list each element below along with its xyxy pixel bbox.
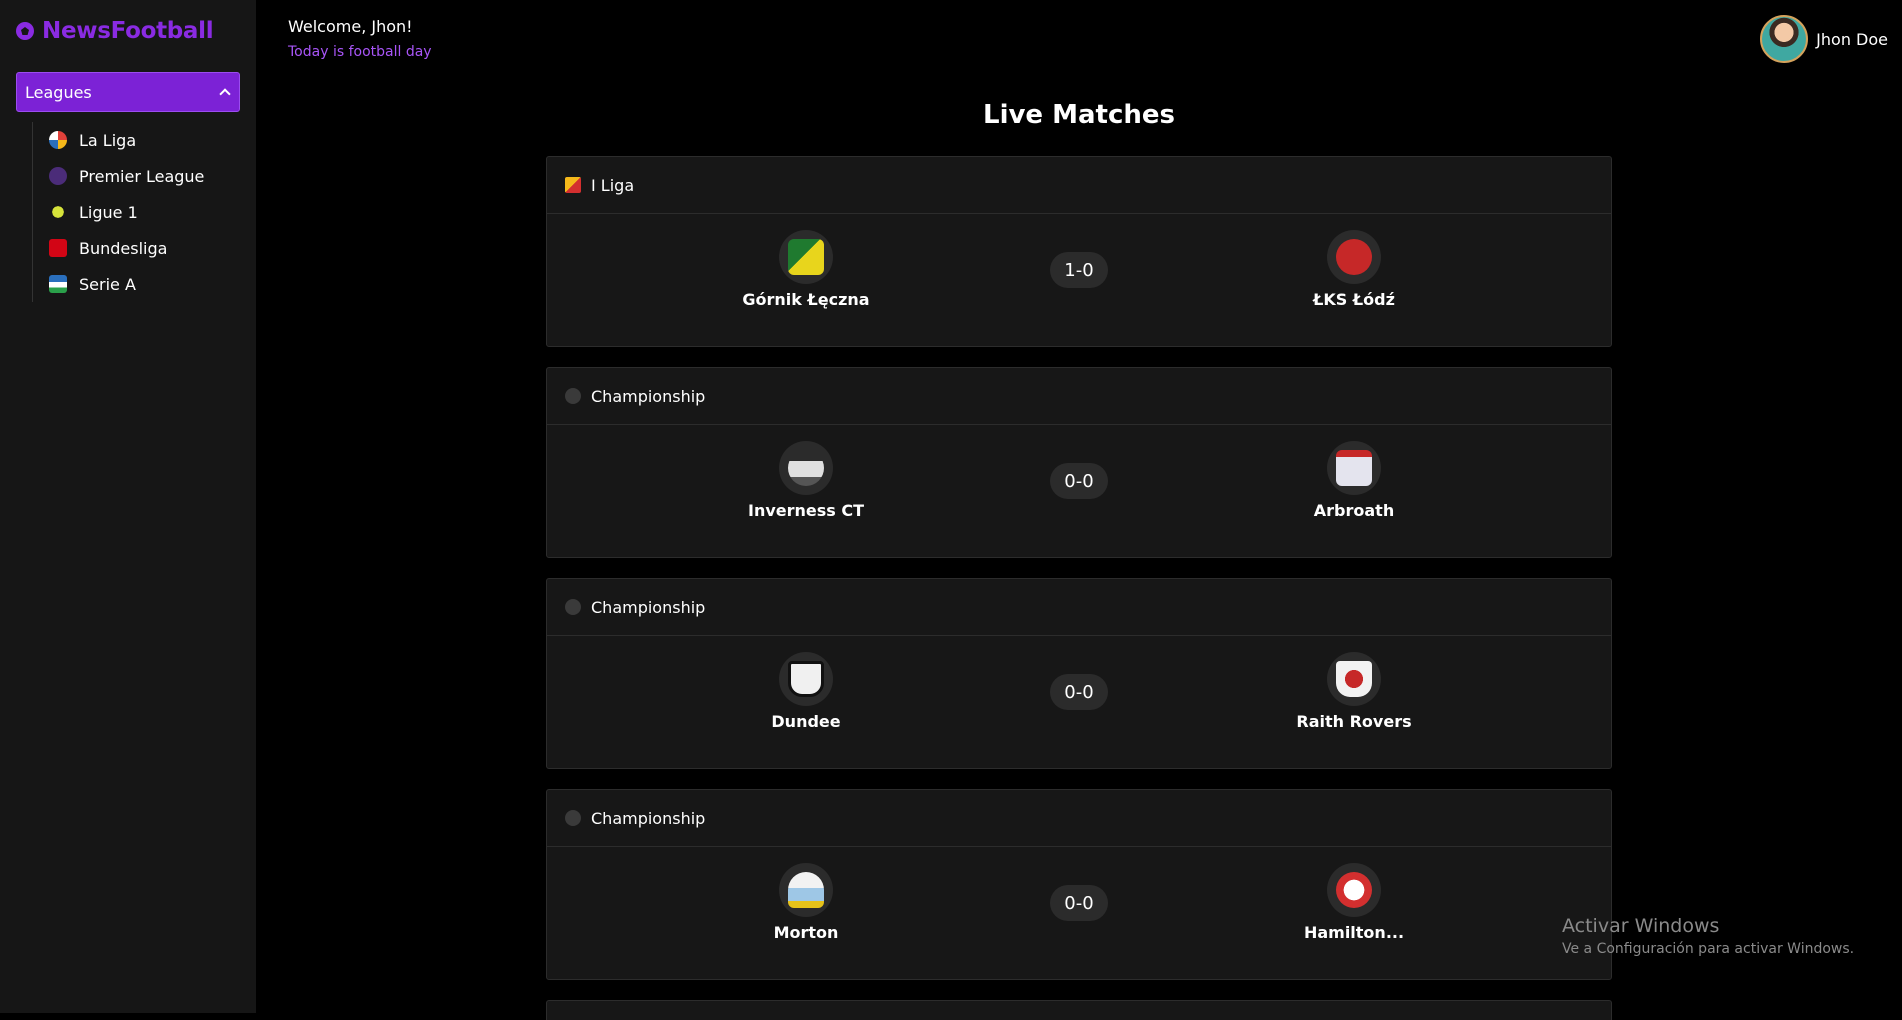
home-team[interactable]: Inverness CT — [706, 441, 906, 520]
sidebar-item-label: Ligue 1 — [79, 202, 138, 222]
match-score: 0-0 — [1050, 463, 1108, 499]
competition-name: Championship — [591, 386, 706, 406]
away-team-crest — [1327, 863, 1381, 917]
home-team-crest — [779, 230, 833, 284]
serie-a-logo-icon — [49, 275, 67, 293]
chevron-up-icon — [219, 88, 231, 100]
match-header: I Liga — [547, 157, 1611, 214]
away-team-crest — [1327, 230, 1381, 284]
sidebar: NewsFootball Leagues La Liga Premier Lea… — [0, 0, 256, 1013]
match-body: Morton 0-0 Hamilton... — [547, 847, 1611, 980]
home-team-crest — [779, 863, 833, 917]
team-crest-icon — [788, 239, 824, 275]
sidebar-item-label: La Liga — [79, 130, 137, 150]
team-crest-icon — [1336, 872, 1372, 908]
sidebar-item-ligue-1[interactable]: Ligue 1 — [33, 194, 240, 230]
away-team-crest — [1327, 441, 1381, 495]
match-score: 1-0 — [1050, 252, 1108, 288]
home-team[interactable]: Morton — [706, 863, 906, 942]
leagues-dropdown-label: Leagues — [25, 82, 92, 102]
bundesliga-logo-icon — [49, 239, 67, 257]
match-score: 0-0 — [1050, 674, 1108, 710]
home-team-name: Górnik Łęczna — [742, 290, 870, 309]
away-team-crest — [1327, 652, 1381, 706]
welcome-subtitle: Today is football day — [288, 44, 432, 60]
match-header: Championship — [547, 790, 1611, 847]
competition-logo-icon — [565, 810, 581, 826]
home-team-crest — [779, 441, 833, 495]
match-card[interactable] — [546, 1000, 1612, 1020]
away-team-name: Raith Rovers — [1296, 712, 1412, 731]
avatar[interactable] — [1760, 15, 1809, 63]
sidebar-item-label: Premier League — [79, 166, 205, 186]
la-liga-logo-icon — [49, 131, 67, 149]
competition-logo-icon — [565, 177, 581, 193]
team-crest-icon — [788, 450, 824, 486]
match-card[interactable]: Championship Dundee 0-0 Raith Rovers — [546, 578, 1612, 769]
match-header: Championship — [547, 368, 1611, 425]
team-crest-icon — [1336, 450, 1372, 486]
away-team-name: Hamilton... — [1303, 923, 1405, 942]
home-team[interactable]: Dundee — [706, 652, 906, 731]
watermark-subtitle: Ve a Configuración para activar Windows. — [1562, 941, 1855, 957]
home-team[interactable]: Górnik Łęczna — [706, 230, 906, 309]
watermark-title: Activar Windows — [1562, 915, 1720, 937]
away-team[interactable]: Raith Rovers — [1254, 652, 1454, 731]
windows-activation-watermark: Activar Windows Ve a Configuración para … — [1562, 915, 1854, 957]
live-matches-list: I Liga Górnik Łęczna 1-0 ŁKS Łódź Champi… — [546, 156, 1612, 1020]
match-body: Dundee 0-0 Raith Rovers — [547, 636, 1611, 769]
match-card[interactable]: Championship Inverness CT 0-0 Arbroath — [546, 367, 1612, 558]
away-team-name: ŁKS Łódź — [1313, 290, 1395, 309]
home-team-name: Dundee — [771, 712, 841, 731]
sidebar-item-label: Serie A — [79, 274, 136, 294]
sidebar-item-premier-league[interactable]: Premier League — [33, 158, 240, 194]
sidebar-item-serie-a[interactable]: Serie A — [33, 266, 240, 302]
competition-name: Championship — [591, 808, 706, 828]
competition-logo-icon — [565, 388, 581, 404]
match-card[interactable]: Championship Morton 0-0 Hamilton... — [546, 789, 1612, 980]
competition-logo-icon — [565, 599, 581, 615]
home-team-name: Inverness CT — [747, 501, 865, 520]
away-team[interactable]: ŁKS Łódź — [1254, 230, 1454, 309]
brand-logo[interactable]: NewsFootball — [16, 16, 214, 46]
team-crest-icon — [1336, 661, 1372, 697]
match-header: Championship — [547, 579, 1611, 636]
welcome-block: Welcome, Jhon! Today is football day — [288, 17, 432, 62]
ligue-1-logo-icon — [49, 203, 67, 221]
user-name: Jhon Doe — [1816, 29, 1888, 49]
competition-name: Championship — [591, 597, 706, 617]
match-score: 0-0 — [1050, 885, 1108, 921]
match-card[interactable]: I Liga Górnik Łęczna 1-0 ŁKS Łódź — [546, 156, 1612, 347]
away-team-name: Arbroath — [1313, 501, 1395, 520]
home-team-name: Morton — [773, 923, 839, 942]
match-body: Inverness CT 0-0 Arbroath — [547, 425, 1611, 558]
user-profile[interactable]: Jhon Doe — [1760, 15, 1888, 63]
team-crest-icon — [788, 661, 824, 697]
soccer-ball-icon — [16, 22, 34, 40]
league-list: La Liga Premier League Ligue 1 Bundeslig… — [32, 122, 240, 302]
page-title: Live Matches — [983, 100, 1175, 130]
premier-league-logo-icon — [49, 167, 67, 185]
brand-name: NewsFootball — [42, 18, 214, 44]
sidebar-item-la-liga[interactable]: La Liga — [33, 122, 240, 158]
team-crest-icon — [1336, 239, 1372, 275]
sidebar-item-bundesliga[interactable]: Bundesliga — [33, 230, 240, 266]
away-team[interactable]: Hamilton... — [1254, 863, 1454, 942]
leagues-dropdown-button[interactable]: Leagues — [16, 72, 240, 112]
welcome-title: Welcome, Jhon! — [288, 17, 413, 36]
competition-name: I Liga — [591, 175, 635, 195]
home-team-crest — [779, 652, 833, 706]
match-body: Górnik Łęczna 1-0 ŁKS Łódź — [547, 214, 1611, 347]
team-crest-icon — [788, 872, 824, 908]
away-team[interactable]: Arbroath — [1254, 441, 1454, 520]
sidebar-item-label: Bundesliga — [79, 238, 168, 258]
